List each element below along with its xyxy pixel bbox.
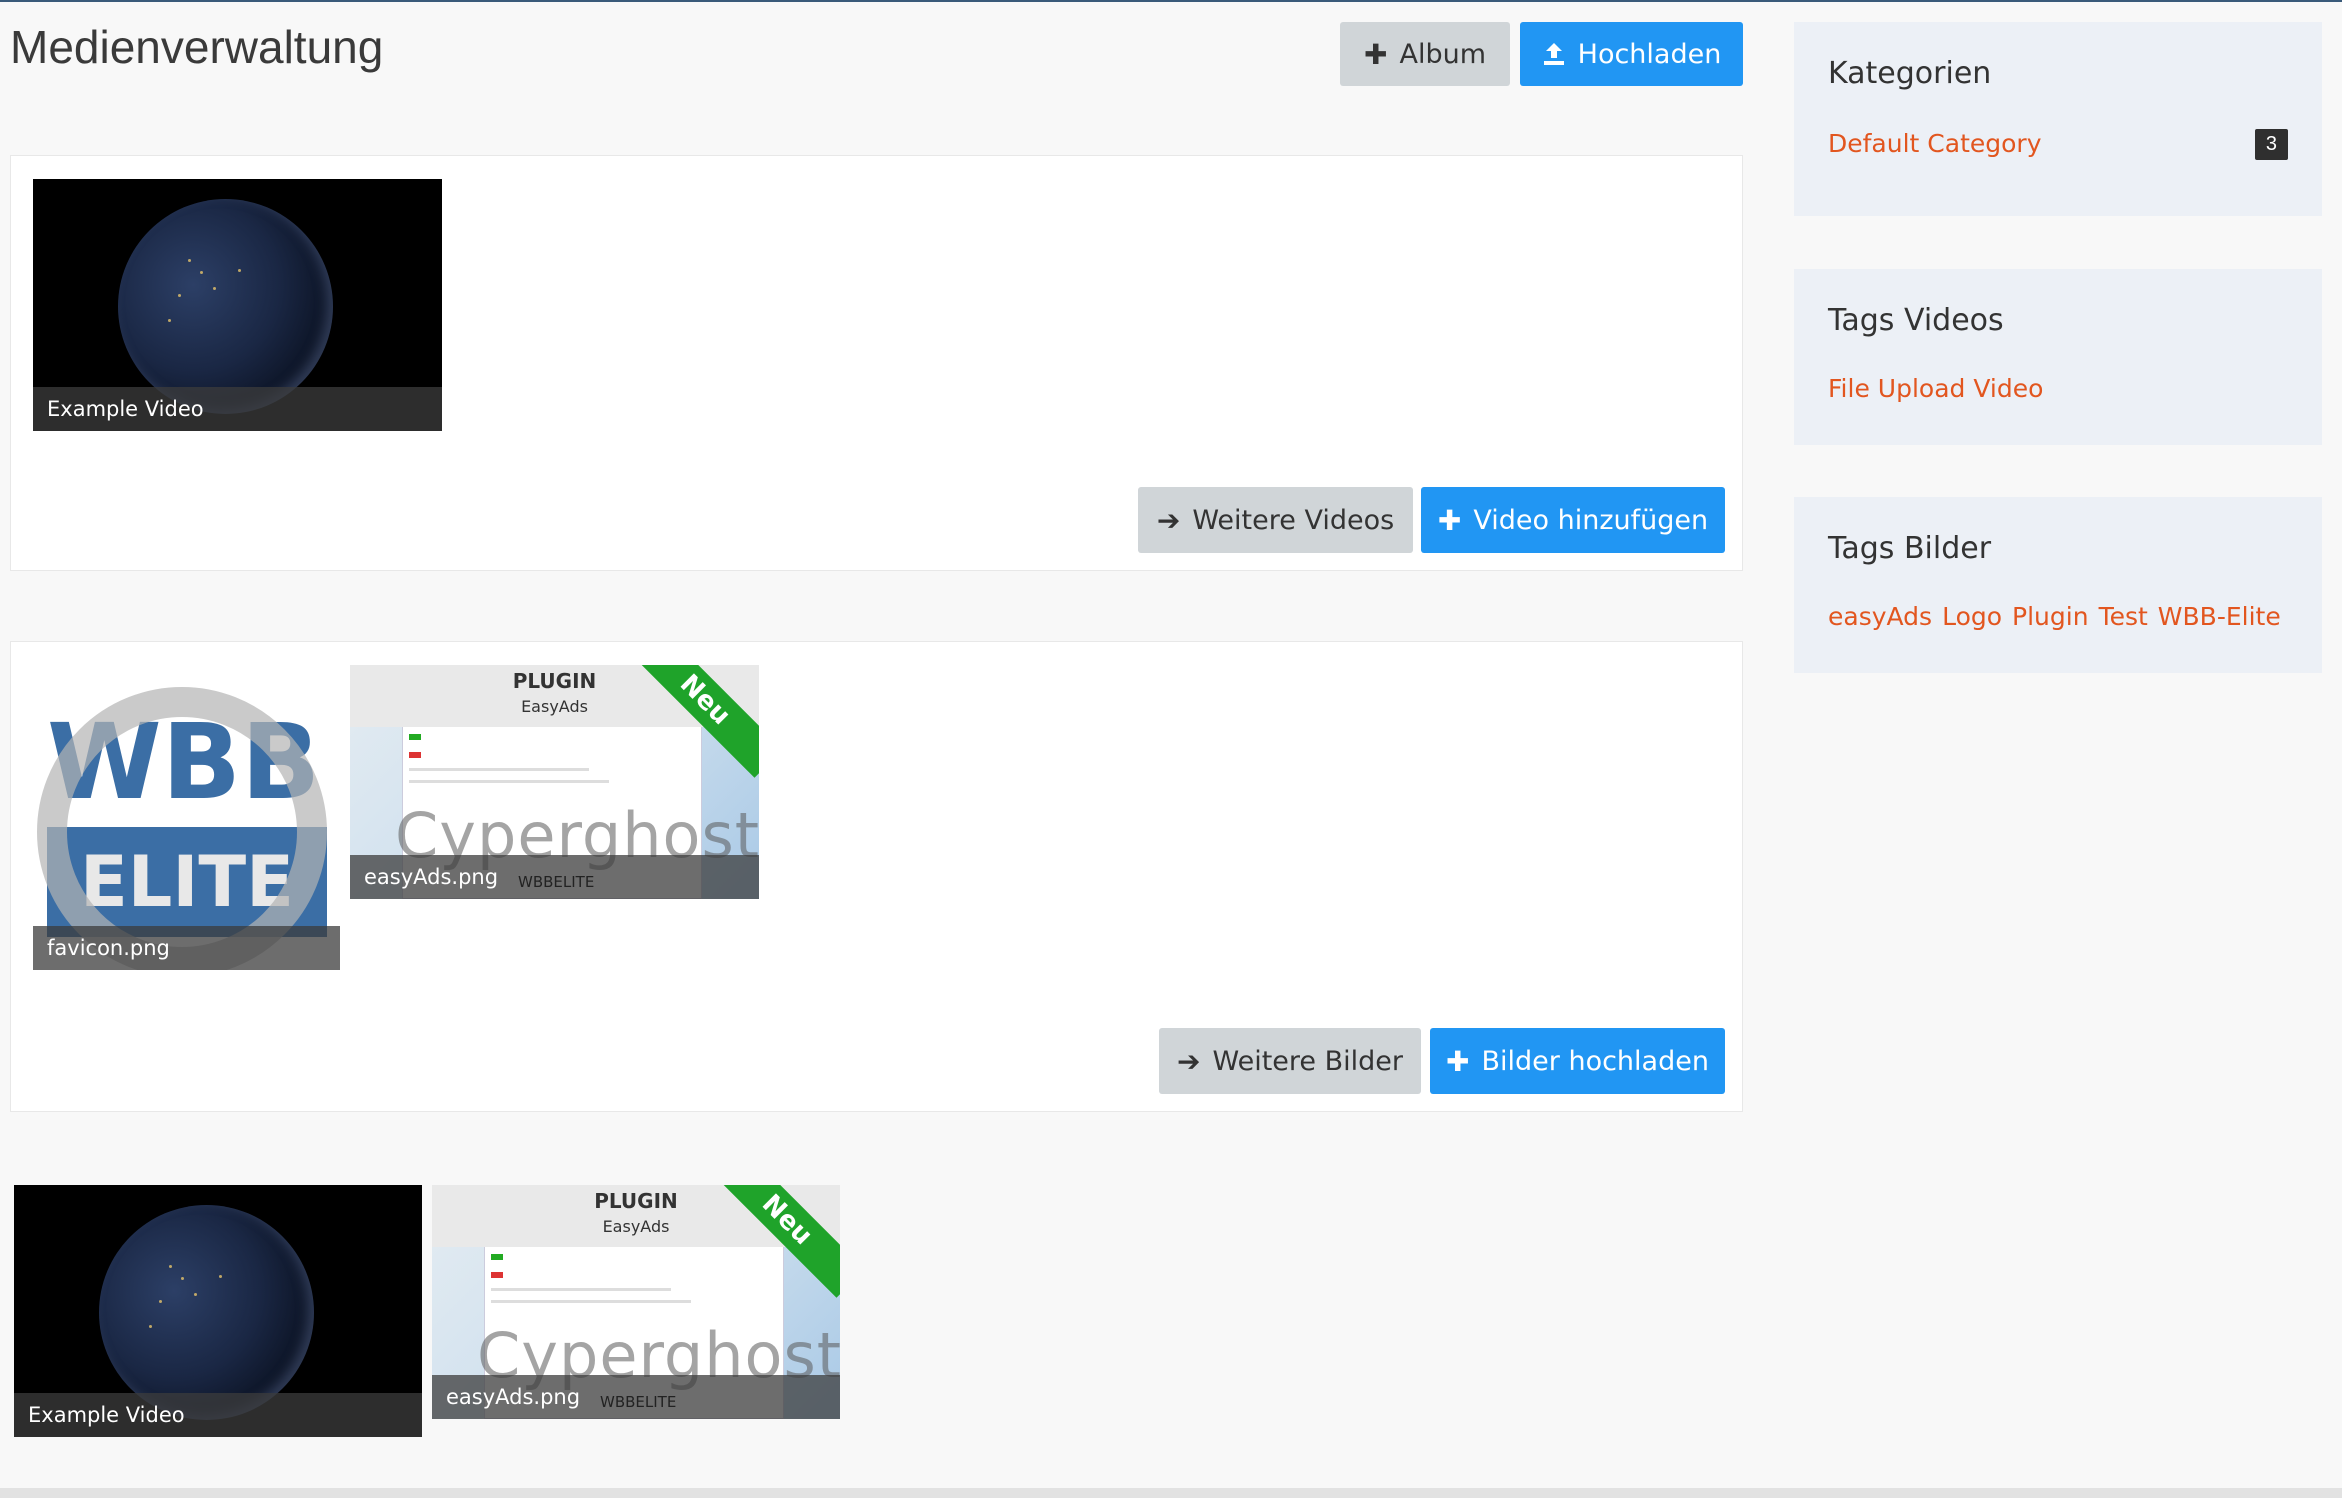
- tag-link[interactable]: easyAds: [1828, 602, 1932, 631]
- add-video-button[interactable]: ✚ Video hinzufügen: [1421, 487, 1725, 553]
- tags-images-title: Tags Bilder: [1828, 531, 1992, 566]
- more-videos-button[interactable]: ➔ Weitere Videos: [1138, 487, 1413, 553]
- page-title: Medienverwaltung: [10, 21, 384, 73]
- category-link[interactable]: Default Category: [1828, 129, 2042, 158]
- earth-image: [118, 199, 333, 414]
- upload-label: Hochladen: [1577, 38, 1722, 70]
- tag-link[interactable]: Plugin: [2012, 602, 2089, 631]
- plus-icon: ✚: [1437, 503, 1462, 537]
- more-images-label: Weitere Bilder: [1212, 1045, 1403, 1077]
- upload-icon: [1543, 43, 1564, 65]
- tags-videos-box: Tags Videos File Upload Video: [1794, 269, 2322, 445]
- tag-link[interactable]: Logo: [1942, 602, 2002, 631]
- plus-icon: ✚: [1364, 37, 1388, 71]
- tag-link[interactable]: WBB-Elite: [2158, 602, 2281, 631]
- album-video-caption: Example Video: [14, 1393, 422, 1437]
- upload-button[interactable]: Hochladen: [1520, 22, 1743, 86]
- favicon-caption: favicon.png: [33, 926, 340, 970]
- categories-box: Kategorien Default Category 3: [1794, 22, 2322, 216]
- videos-panel: Example Video ➔ Weitere Videos ✚ Video h…: [10, 155, 1743, 571]
- arrow-right-icon: ➔: [1177, 1044, 1201, 1078]
- upload-images-button[interactable]: ✚ Bilder hochladen: [1430, 1028, 1725, 1094]
- earth-image: [99, 1205, 314, 1420]
- category-item[interactable]: Default Category 3: [1828, 129, 2288, 165]
- album-video-thumbnail[interactable]: Example Video: [14, 1185, 422, 1437]
- album-easyads-thumbnail[interactable]: PLUGIN EasyAds Neu Cyperghost easyAds.pn…: [432, 1185, 840, 1419]
- video-thumbnail[interactable]: Example Video: [33, 179, 442, 431]
- upload-images-label: Bilder hochladen: [1481, 1045, 1709, 1077]
- images-panel: WBB ELITE favicon.png PLUGIN EasyAds Neu…: [10, 641, 1743, 1112]
- more-videos-label: Weitere Videos: [1192, 504, 1395, 536]
- arrow-right-icon: ➔: [1156, 503, 1181, 537]
- more-images-button[interactable]: ➔ Weitere Bilder: [1159, 1028, 1421, 1094]
- wbb-elite-logo: WBB ELITE: [37, 687, 327, 970]
- categories-title: Kategorien: [1828, 56, 1992, 91]
- bottom-divider: [0, 1488, 2342, 1498]
- plus-icon: ✚: [1446, 1044, 1470, 1078]
- easyads-caption: easyAds.png WBBELITE: [350, 855, 759, 899]
- easyads-thumbnail[interactable]: PLUGIN EasyAds Neu Cyperghost easyAds.pn…: [350, 665, 759, 899]
- tag-link[interactable]: File Upload Video: [1828, 374, 2043, 403]
- tag-link[interactable]: Test: [2099, 602, 2148, 631]
- tags-videos-title: Tags Videos: [1828, 303, 2004, 338]
- album-easyads-caption: easyAds.png WBBELITE: [432, 1375, 840, 1419]
- video-caption: Example Video: [33, 387, 442, 431]
- add-album-label: Album: [1399, 38, 1486, 70]
- favicon-thumbnail[interactable]: WBB ELITE favicon.png: [33, 672, 340, 970]
- tags-images-box: Tags Bilder easyAds Logo Plugin Test WBB…: [1794, 497, 2322, 673]
- category-count-badge: 3: [2254, 129, 2288, 160]
- add-album-button[interactable]: ✚ Album: [1340, 22, 1510, 86]
- add-video-label: Video hinzufügen: [1473, 504, 1709, 536]
